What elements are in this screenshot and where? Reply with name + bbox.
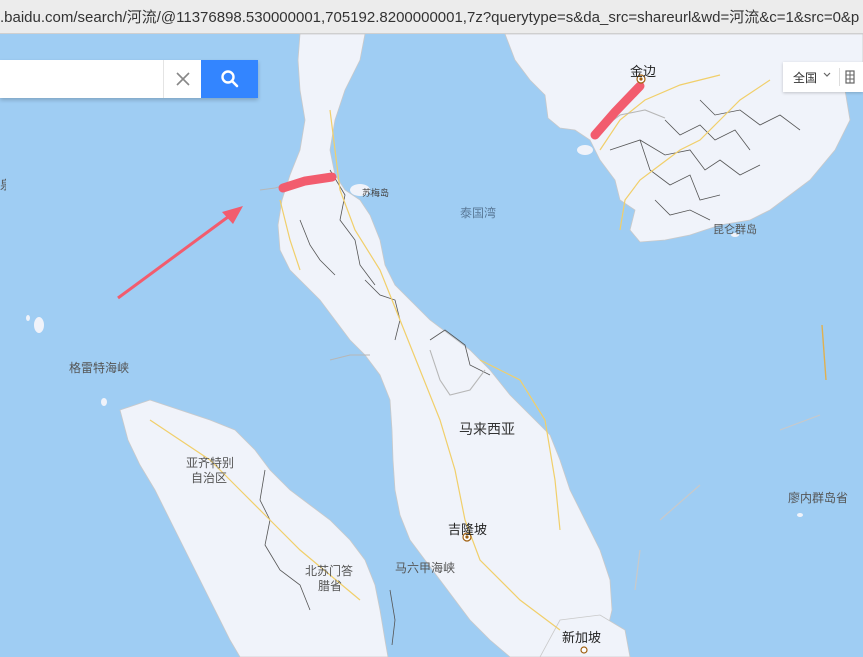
label-left-edge-fragment: 泉 [0, 176, 6, 193]
clear-button[interactable] [163, 60, 201, 98]
label-grey-strait: 格雷特海峡 [69, 361, 130, 375]
island [577, 145, 593, 155]
url-text: .baidu.com/search/河流/@11376898.530000001… [0, 9, 860, 26]
label-singapore: 新加坡 [562, 631, 602, 646]
region-selector[interactable]: 全国 [783, 62, 863, 92]
island [101, 398, 107, 406]
search-input[interactable] [0, 60, 160, 98]
region-divider [839, 68, 840, 86]
label-kuala-lumpur: 吉隆坡 [448, 523, 488, 538]
label-jinbian: 金边 [630, 65, 657, 80]
close-icon [175, 72, 190, 86]
island [34, 317, 44, 333]
label-north-sumatra-line2: 腊省 [318, 579, 343, 593]
search-button[interactable] [201, 60, 258, 98]
layers-icon[interactable] [845, 70, 855, 84]
label-gulf-of-thailand: 泰国湾 [460, 206, 497, 220]
region-label: 全国 [793, 71, 818, 85]
label-malacca-strait: 马六甲海峡 [395, 561, 456, 575]
label-sumei-island: 苏梅岛 [362, 189, 390, 199]
label-kunlun-islands: 昆仑群岛 [713, 223, 757, 236]
city-marker-singapore [580, 646, 588, 654]
island [797, 513, 803, 517]
chevron-down-icon [823, 72, 831, 77]
search-icon [220, 70, 238, 88]
label-malaysia: 马来西亚 [459, 422, 515, 438]
search-box [0, 60, 258, 98]
label-aceh-line2: 自治区 [191, 471, 228, 485]
label-riau-islands: 廖内群岛省 [788, 491, 849, 505]
address-bar[interactable]: .baidu.com/search/河流/@11376898.530000001… [0, 0, 863, 34]
island [26, 315, 30, 321]
map-canvas[interactable]: 金边 苏梅岛 泰国湾 昆仑群岛 格雷特海峡 马来西亚 亚齐特别 自治区 吉隆坡 … [0, 34, 863, 657]
